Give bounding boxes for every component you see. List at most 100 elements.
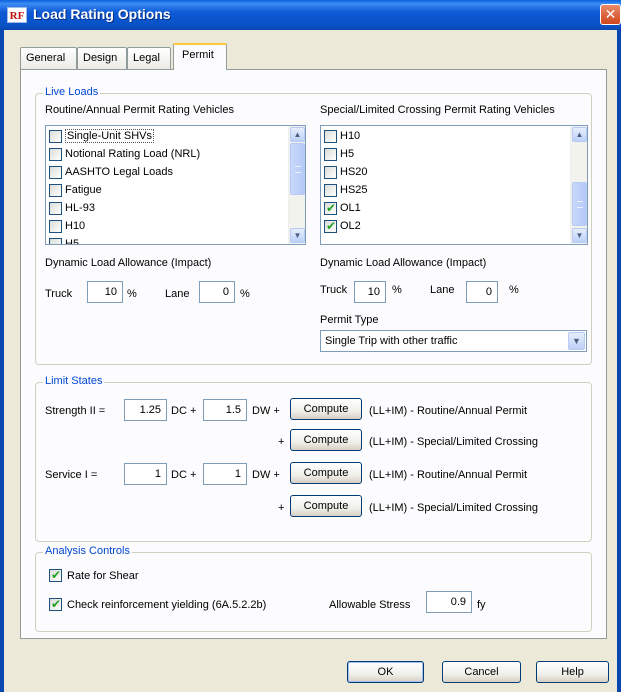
scroll-up-icon[interactable]: ▲ [572,127,587,142]
window-frame-left [0,30,4,692]
scroll-up-icon[interactable]: ▲ [290,127,305,142]
special-truck-impact-input[interactable]: 10 [354,281,386,303]
compute-strength-routine-button[interactable]: Compute [290,398,362,420]
scroll-down-icon[interactable]: ▼ [290,228,305,243]
checkbox[interactable] [324,184,337,197]
checkbox[interactable]: ✔ [324,219,337,233]
special-lane-impact-input[interactable]: 0 [466,281,498,303]
compute-service-special-button[interactable]: Compute [290,495,362,517]
checkbox[interactable] [49,148,62,161]
list-item-label: Single-Unit SHVs [65,129,154,143]
routine-list-scrollbar[interactable]: ▲ ▼ [288,126,305,244]
list-item-label: HL-93 [65,202,95,214]
checkbox[interactable] [49,166,62,179]
list-item-label: AASHTO Legal Loads [65,166,174,178]
list-item-label: H5 [340,148,355,160]
tab-label: Design [83,52,118,64]
strength-label: Strength II = [45,405,106,417]
service-dc-factor-input[interactable]: 1 [124,463,167,485]
percent-label: % [240,288,250,300]
service-dw-factor-input[interactable]: 1 [203,463,247,485]
percent-label: % [127,288,137,300]
routine-dla-label: Dynamic Load Allowance (Impact) [45,257,212,269]
list-item-label: H5 [65,238,80,245]
scroll-thumb[interactable] [572,182,587,226]
grip-icon [577,201,583,208]
rate-for-shear-label[interactable]: Rate for Shear [67,570,139,582]
special-dla-label: Dynamic Load Allowance (Impact) [320,257,487,269]
permit-tab-panel: Live Loads Routine/Annual Permit Rating … [20,69,607,639]
allowable-stress-label: Allowable Stress [329,599,411,611]
service-label: Service I = [45,469,98,481]
routine-vehicles-list[interactable]: Single-Unit SHVs Notional Rating Load (N… [45,125,306,245]
window-frame-right [617,30,621,692]
list-item-label: HS25 [340,184,368,196]
chevron-down-icon[interactable]: ▼ [568,332,585,350]
help-button[interactable]: Help [536,661,609,683]
tab-general[interactable]: General [20,47,77,69]
window-title: Load Rating Options [33,6,171,22]
routine-truck-label: Truck [45,288,73,300]
routine-ll-label: (LL+IM) - Routine/Annual Permit [369,405,528,417]
tab-design[interactable]: Design [77,47,127,69]
allowable-stress-input[interactable]: 0.9 [426,591,472,613]
tab-permit[interactable]: Permit [173,43,227,70]
check-icon: ✔ [51,597,62,611]
strength-dw-factor-input[interactable]: 1.5 [203,399,247,421]
special-vehicles-label: Special/Limited Crossing Permit Rating V… [320,104,555,116]
permit-type-select[interactable]: Single Trip with other traffic ▼ [320,330,587,352]
checkbox[interactable] [324,148,337,161]
list-item-label: HS20 [340,166,368,178]
special-vehicles-list[interactable]: H10 H5 HS20 HS25 ✔ OL1 ✔ OL2 ▲ ▼ [320,125,588,245]
cancel-button[interactable]: Cancel [442,661,521,683]
rate-for-shear-checkbox[interactable]: ✔ [49,568,62,582]
percent-label: % [509,284,519,296]
routine-lane-label: Lane [165,288,190,300]
plus-label: + [278,502,285,514]
tab-legal[interactable]: Legal [127,47,171,69]
check-yield-checkbox[interactable]: ✔ [49,597,62,611]
grip-icon [295,166,301,173]
checkbox[interactable] [49,238,62,244]
checkbox[interactable]: ✔ [324,201,337,215]
check-yield-label[interactable]: Check reinforcement yielding (6A.5.2.2b) [67,599,266,611]
fy-label: fy [477,599,486,611]
checkbox[interactable] [324,166,337,179]
analysis-controls-legend: Analysis Controls [43,545,132,557]
checkbox[interactable] [49,184,62,197]
special-ll-label: (LL+IM) - Special/Limited Crossing [369,436,539,448]
checkbox[interactable] [49,220,62,233]
plus-label: + [278,436,285,448]
scroll-down-icon[interactable]: ▼ [572,228,587,243]
percent-label: % [392,284,402,296]
scroll-thumb[interactable] [290,143,305,195]
special-list-scrollbar[interactable]: ▲ ▼ [570,126,587,244]
checkbox[interactable] [49,130,62,143]
check-icon: ✔ [51,568,62,582]
limit-states-group: Limit States Strength II = 1.25 DC + 1.5… [35,375,592,542]
live-loads-group: Live Loads Routine/Annual Permit Rating … [35,86,592,365]
list-item-label: Notional Rating Load (NRL) [65,148,201,160]
app-icon: RF [7,7,27,23]
routine-ll-label: (LL+IM) - Routine/Annual Permit [369,469,528,481]
checkbox[interactable] [324,130,337,143]
analysis-controls-group: Analysis Controls ✔ Rate for Shear ✔ Che… [35,545,592,632]
compute-strength-special-button[interactable]: Compute [290,429,362,451]
ok-button[interactable]: OK [347,661,424,683]
special-truck-label: Truck [320,284,348,296]
live-loads-legend: Live Loads [43,86,101,98]
permit-type-label: Permit Type [320,314,379,326]
checkbox[interactable] [49,202,62,215]
routine-truck-impact-input[interactable]: 10 [87,281,123,303]
tab-label: Permit [182,49,214,61]
check-icon: ✔ [326,219,337,233]
close-button[interactable]: ✕ [600,4,621,25]
dc-plus-label: DC + [171,469,197,481]
routine-lane-impact-input[interactable]: 0 [199,281,235,303]
strength-dc-factor-input[interactable]: 1.25 [124,399,167,421]
title-bar[interactable]: RF Load Rating Options ✕ [0,0,621,30]
compute-service-routine-button[interactable]: Compute [290,462,362,484]
dw-plus-label: DW + [252,469,280,481]
list-item-label: H10 [340,130,361,142]
list-item-label: OL1 [340,202,361,214]
